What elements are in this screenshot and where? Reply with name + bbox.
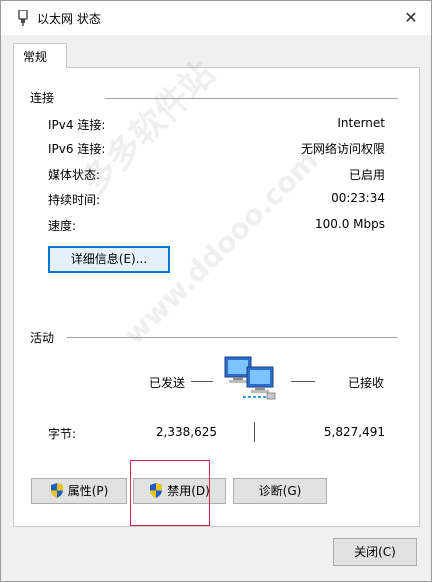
activity-divider [67, 337, 398, 338]
status-window: 以太网 状态 ✕ 常规 多多软件站 www.ddooo.com 连接 IPv4 … [0, 0, 432, 582]
general-panel [13, 67, 420, 527]
tab-general[interactable]: 常规 [13, 43, 67, 68]
bytes-received-value: 5,827,491 [323, 425, 385, 439]
duration-label: 持续时间: [48, 193, 101, 207]
sent-label: 已发送 [149, 376, 186, 390]
sent-dash [191, 381, 213, 382]
bytes-label: 字节: [48, 427, 77, 441]
ipv4-label: IPv4 连接: [48, 118, 106, 132]
close-button[interactable]: 关闭(C) [333, 538, 417, 566]
connection-divider [105, 98, 398, 99]
connection-heading: 连接 [30, 91, 55, 105]
received-label: 已接收 [348, 376, 385, 390]
activity-heading: 活动 [30, 331, 55, 345]
highlight-box [130, 460, 210, 526]
diagnose-button[interactable]: 诊断(G) [233, 478, 327, 504]
details-button[interactable]: 详细信息(E)... [48, 246, 170, 273]
uac-shield-icon [50, 482, 64, 506]
window-title: 以太网 状态 [37, 12, 101, 26]
ipv4-value: Internet [337, 116, 385, 130]
media-state-label: 媒体状态: [48, 168, 101, 182]
title-bar: 以太网 状态 ✕ [1, 1, 431, 35]
ipv6-label: IPv6 连接: [48, 142, 106, 156]
received-dash [291, 381, 315, 382]
network-adapter-icon [17, 9, 29, 29]
media-state-value: 已启用 [348, 168, 385, 182]
duration-value: 00:23:34 [331, 191, 385, 205]
properties-button[interactable]: 属性(P) [31, 478, 127, 504]
close-icon[interactable]: ✕ [397, 5, 425, 31]
speed-value: 100.0 Mbps [314, 217, 385, 231]
properties-button-label: 属性(P) [67, 484, 109, 498]
bytes-sent-value: 2,338,625 [155, 425, 217, 439]
network-computers-icon [223, 353, 281, 406]
bytes-separator [254, 422, 255, 442]
tab-general-label: 常规 [23, 50, 48, 64]
speed-label: 速度: [48, 219, 77, 233]
ipv6-value: 无网络访问权限 [300, 142, 385, 156]
